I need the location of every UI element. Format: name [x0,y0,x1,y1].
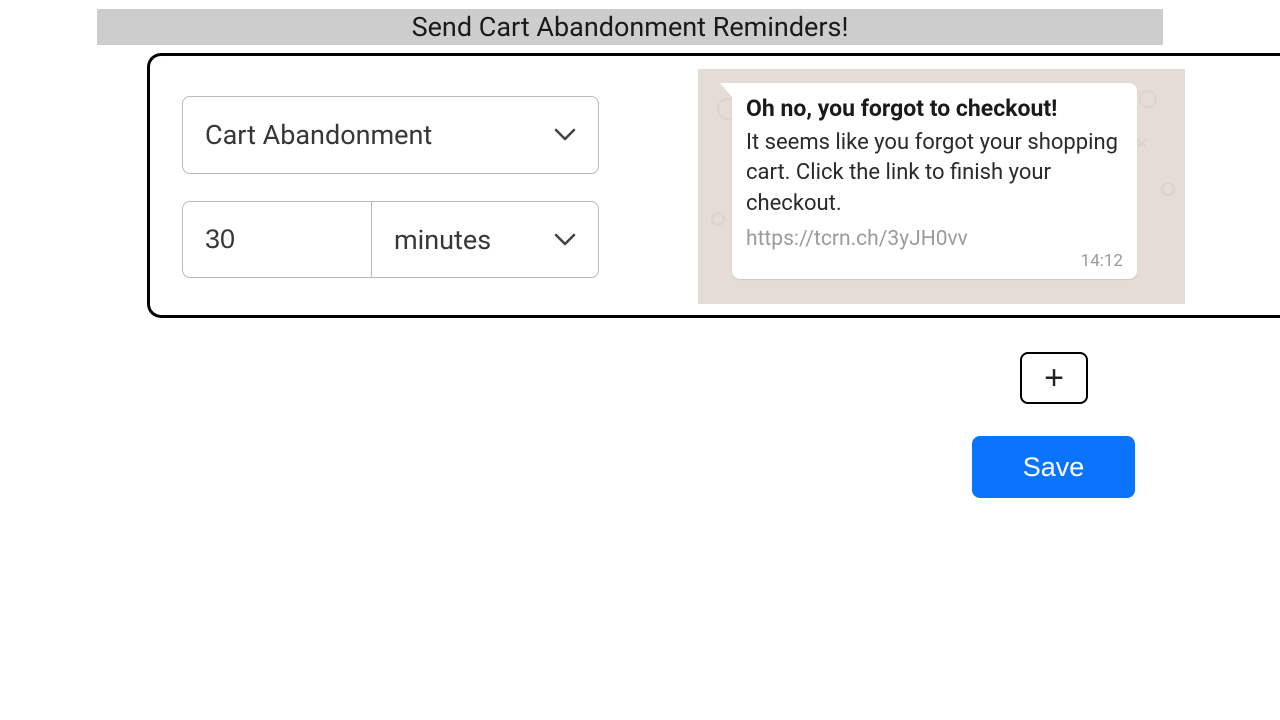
trigger-select[interactable]: Cart Abandonment [182,96,599,174]
page-title: Send Cart Abandonment Reminders! [97,9,1163,45]
reminder-panel: Cart Abandonment minutes [147,53,1280,318]
message-timestamp: 14:12 [1081,251,1123,271]
message-heading: Oh no, you forgot to checkout! [746,95,1123,122]
add-button[interactable]: + [1020,352,1088,404]
save-button[interactable]: Save [972,436,1135,498]
chat-bubble: Oh no, you forgot to checkout! It seems … [732,83,1137,279]
chevron-down-icon [554,233,576,247]
delay-row: minutes [182,201,599,278]
delay-unit-select[interactable]: minutes [371,201,599,278]
trigger-select-label: Cart Abandonment [205,119,432,151]
message-preview: Oh no, you forgot to checkout! It seems … [698,69,1185,304]
delay-unit-label: minutes [394,224,491,256]
chevron-down-icon [554,128,576,142]
message-body: It seems like you forgot your shopping c… [746,128,1123,219]
message-link: https://tcrn.ch/3yJH0vv [746,227,1123,251]
delay-value-input[interactable] [182,201,371,278]
controls-column: Cart Abandonment minutes [182,96,599,278]
